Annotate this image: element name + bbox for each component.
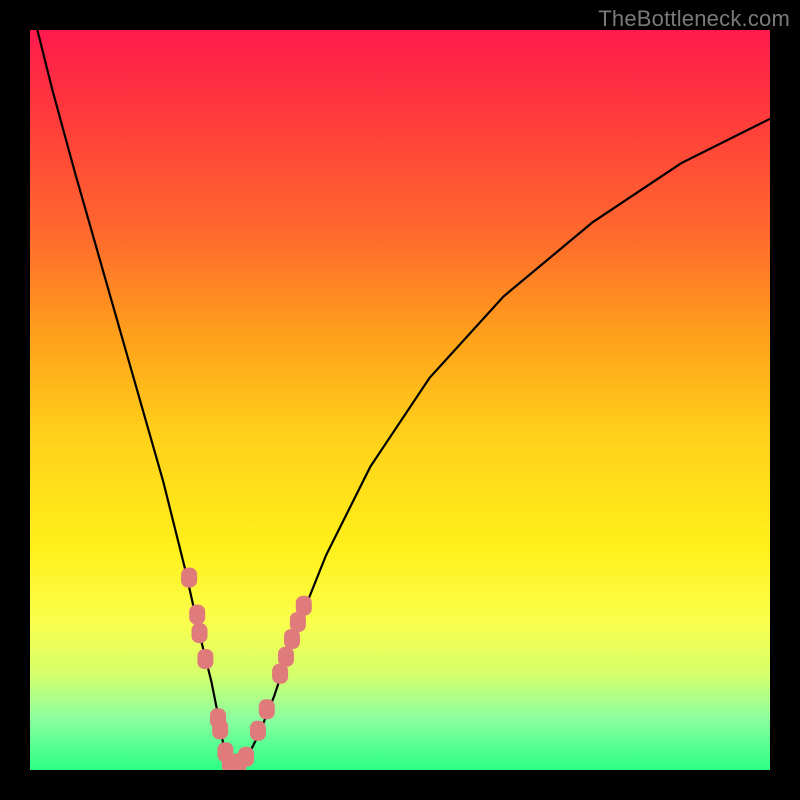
chart-svg [30,30,770,770]
chart-frame: TheBottleneck.com [0,0,800,800]
curve-marker [278,647,294,667]
plot-area [30,30,770,770]
curve-marker [296,596,312,616]
watermark-text: TheBottleneck.com [598,6,790,32]
bottleneck-curve [37,30,770,766]
curve-marker [189,605,205,625]
curve-marker [250,721,266,741]
curve-marker [238,747,254,767]
curve-marker [192,623,208,643]
curve-marker [197,649,213,669]
curve-marker [181,568,197,588]
curve-marker [259,699,275,719]
curve-markers [181,568,312,770]
curve-marker [212,719,228,739]
